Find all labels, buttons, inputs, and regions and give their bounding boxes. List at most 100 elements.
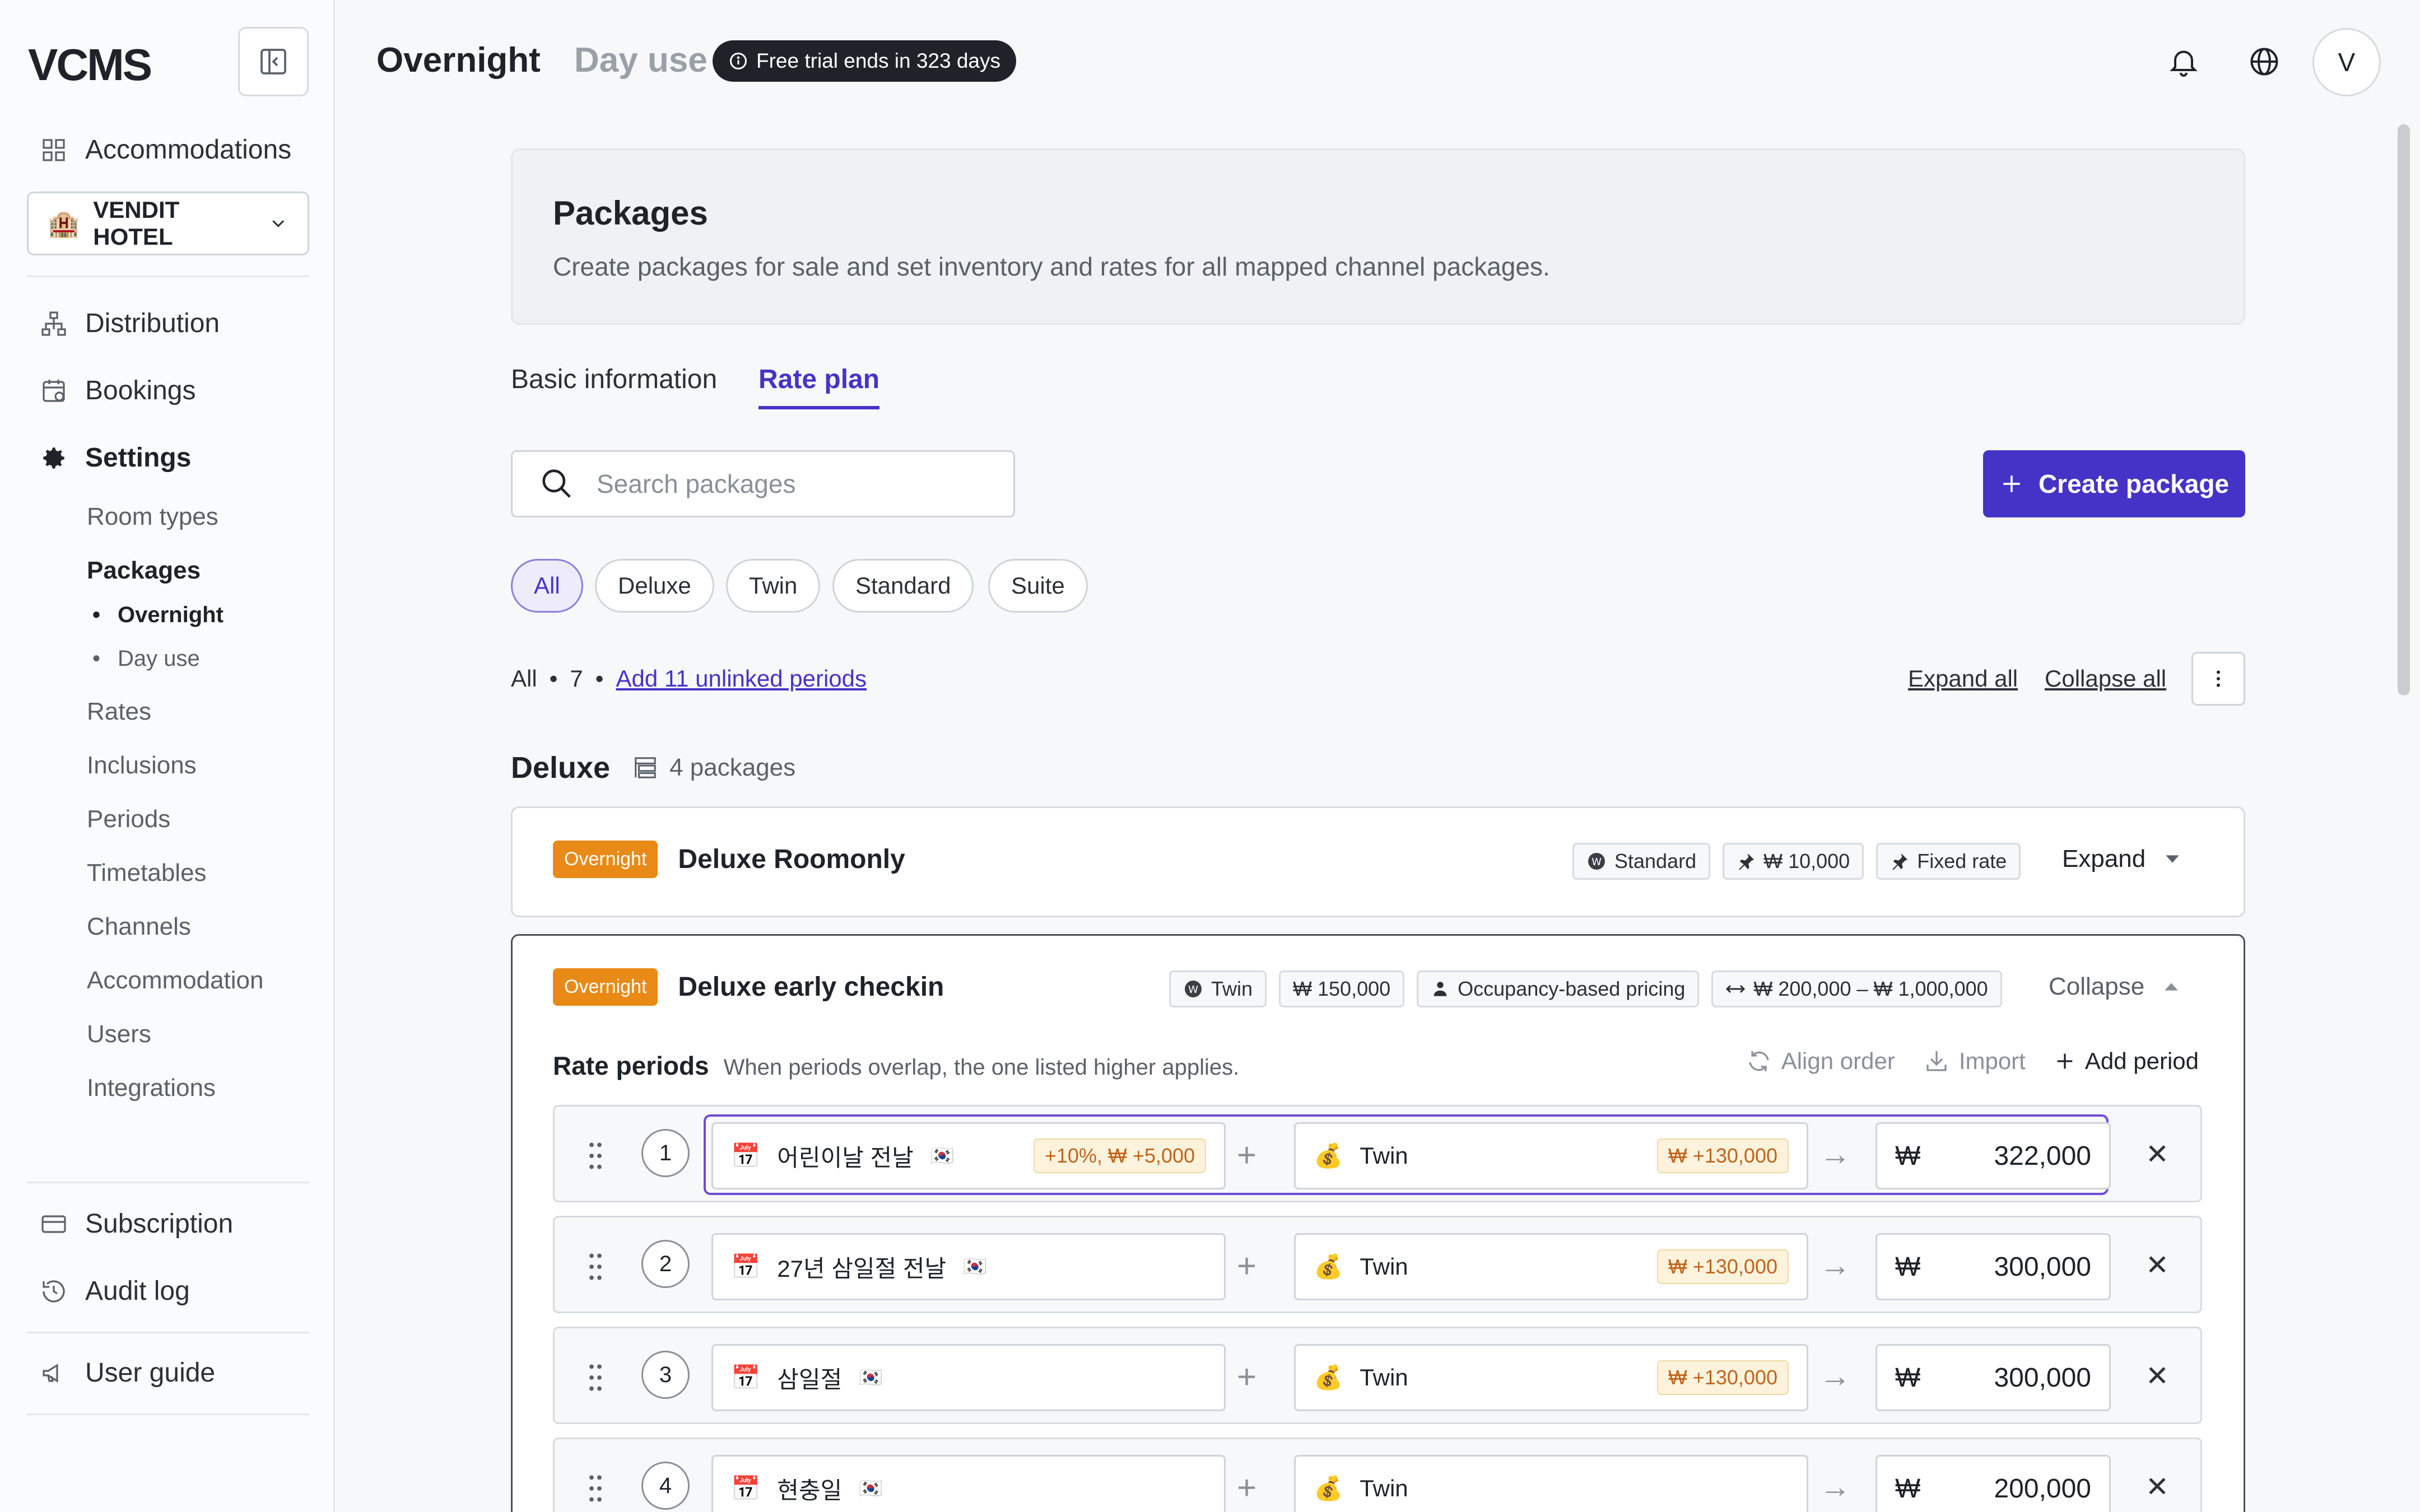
- info-icon: [730, 53, 747, 69]
- sidebar-item-bookings[interactable]: Bookings: [39, 375, 196, 406]
- package-name[interactable]: Deluxe early checkin: [678, 972, 944, 1002]
- price-input[interactable]: ₩ 200,000: [1876, 1455, 2111, 1512]
- package-card: Overnight Deluxe Roomonly W Standard ₩ 1…: [511, 806, 2245, 917]
- collapse-all-link[interactable]: Collapse all: [2045, 665, 2166, 692]
- period-select[interactable]: 📅 27년 삼일절 전날 🇰🇷: [711, 1233, 1226, 1300]
- drag-handle-icon[interactable]: [587, 1140, 604, 1172]
- collapse-button[interactable]: Collapse: [2049, 973, 2182, 1001]
- add-period-button[interactable]: Add period: [2054, 1048, 2199, 1075]
- arrow-right-icon: →: [1819, 1358, 1851, 1393]
- separator-dot: •: [549, 665, 558, 692]
- sidebar-item-integrations[interactable]: Integrations: [87, 1074, 216, 1102]
- sidebar-item-room-types[interactable]: Room types: [87, 503, 218, 531]
- sidebar-item-timetables[interactable]: Timetables: [87, 859, 207, 887]
- tab-basic-information[interactable]: Basic information: [511, 364, 717, 395]
- vcms-logo[interactable]: VCMS: [28, 39, 152, 91]
- room-select[interactable]: 💰 Twin ₩ +130,000: [1294, 1122, 1808, 1189]
- sidebar-item-audit-log[interactable]: Audit log: [39, 1276, 190, 1306]
- currency-symbol: ₩: [1895, 1473, 1921, 1504]
- sidebar-item-rates[interactable]: Rates: [87, 698, 151, 726]
- room-select[interactable]: 💰 Twin ₩ +130,000: [1294, 1233, 1808, 1300]
- package-summary: All • 7 • Add 11 unlinked periods: [511, 665, 867, 692]
- sidebar-item-overnight[interactable]: Overnight: [92, 603, 224, 628]
- price-input[interactable]: ₩ 322,000: [1876, 1122, 2111, 1189]
- package-head: Overnight Deluxe early checkin: [553, 968, 944, 1006]
- page-title: Packages: [553, 194, 708, 232]
- tab-rate-plan[interactable]: Rate plan: [758, 364, 880, 409]
- remove-period-button[interactable]: ✕: [2146, 1360, 2169, 1392]
- sidebar-item-packages[interactable]: Packages: [87, 557, 201, 585]
- row-number: 2: [641, 1240, 690, 1288]
- sidebar-item-channels[interactable]: Channels: [87, 913, 191, 941]
- remove-period-button[interactable]: ✕: [2146, 1471, 2169, 1503]
- filter-chip-deluxe[interactable]: Deluxe: [595, 559, 714, 613]
- price-input[interactable]: ₩ 300,000: [1876, 1344, 2111, 1411]
- sidebar-item-day-use[interactable]: Day use: [92, 646, 200, 671]
- filter-chip-twin[interactable]: Twin: [726, 559, 821, 613]
- price-input[interactable]: ₩ 300,000: [1876, 1233, 2111, 1300]
- add-period-label: Add period: [2084, 1048, 2199, 1074]
- package-card-expanded: Overnight Deluxe early checkin W Twin ₩ …: [511, 934, 2245, 1512]
- package-tags: W Twin ₩ 150,000 Occupancy-based pricing…: [1169, 970, 2002, 1007]
- tag-label: Twin: [1211, 977, 1253, 1000]
- sidebar-item-accommodation[interactable]: Accommodation: [87, 967, 263, 995]
- filter-chip-standard[interactable]: Standard: [832, 559, 974, 613]
- globe-icon: [2250, 48, 2278, 76]
- room-type-icon: W: [1185, 981, 1202, 997]
- plus-icon: +: [1237, 1247, 1257, 1285]
- room-select[interactable]: 💰 Twin: [1294, 1455, 1808, 1512]
- sidebar-item-user-guide[interactable]: User guide: [39, 1357, 215, 1388]
- expand-all-link[interactable]: Expand all: [1908, 665, 2018, 692]
- group-deluxe: Deluxe 4 packages: [511, 750, 795, 785]
- period-select[interactable]: 📅 현충일 🇰🇷: [711, 1455, 1226, 1512]
- korea-flag-icon: 🇰🇷: [930, 1145, 955, 1166]
- period-select[interactable]: 📅 삼일절 🇰🇷: [711, 1344, 1226, 1411]
- room-type-icon: W: [1588, 853, 1605, 870]
- sidebar-item-settings[interactable]: Settings: [39, 442, 191, 473]
- filter-chip-all[interactable]: All: [511, 559, 583, 613]
- bell-icon: [2170, 50, 2198, 77]
- sidebar-collapse-button[interactable]: [238, 27, 309, 96]
- language-button[interactable]: [2242, 39, 2287, 84]
- hotel-icon: 🏨: [48, 208, 80, 238]
- more-options-button[interactable]: [2191, 652, 2245, 706]
- arrow-right-icon: →: [1819, 1247, 1851, 1282]
- drag-handle-icon[interactable]: [587, 1473, 604, 1504]
- drag-handle-icon[interactable]: [587, 1251, 604, 1282]
- room-select[interactable]: 💰 Twin ₩ +130,000: [1294, 1344, 1808, 1411]
- scrollbar[interactable]: [2398, 124, 2410, 696]
- sidebar-item-periods[interactable]: Periods: [87, 805, 170, 833]
- divider: [27, 1332, 309, 1333]
- summary-scope: All: [511, 665, 537, 692]
- row-number: 1: [641, 1129, 690, 1177]
- period-select[interactable]: 📅 어린이날 전날 🇰🇷 +10%, ₩ +5,000: [711, 1122, 1226, 1189]
- package-name[interactable]: Deluxe Roomonly: [678, 844, 905, 875]
- create-package-button[interactable]: Create package: [1983, 450, 2245, 517]
- sidebar-item-inclusions[interactable]: Inclusions: [87, 752, 197, 780]
- hotel-select[interactable]: 🏨 VENDIT HOTEL: [27, 192, 309, 255]
- panel-collapse-icon: [260, 49, 286, 74]
- remove-period-button[interactable]: ✕: [2146, 1138, 2169, 1170]
- refresh-icon: [1749, 1051, 1769, 1071]
- room-adjustment-badge: ₩ +130,000: [1656, 1249, 1789, 1284]
- import-button[interactable]: Import: [1923, 1048, 2026, 1075]
- sidebar-item-subscription[interactable]: Subscription: [39, 1208, 233, 1239]
- avatar[interactable]: V: [2312, 28, 2381, 96]
- remove-period-button[interactable]: ✕: [2146, 1249, 2169, 1281]
- sidebar-item-users[interactable]: Users: [87, 1020, 151, 1048]
- notifications-button[interactable]: [2161, 39, 2206, 84]
- expand-button[interactable]: Expand: [2062, 845, 2184, 873]
- sidebar-item-accommodations[interactable]: Accommodations: [39, 134, 291, 165]
- expand-label: Expand: [2062, 845, 2146, 872]
- period-adjustment-badge: +10%, ₩ +5,000: [1033, 1138, 1206, 1173]
- tab-day-use[interactable]: Day use: [574, 40, 708, 80]
- search-icon: [542, 469, 571, 498]
- sidebar-item-distribution[interactable]: Distribution: [39, 308, 220, 339]
- search-input[interactable]: Search packages: [511, 450, 1015, 517]
- align-order-button[interactable]: Align order: [1746, 1048, 1895, 1075]
- add-unlinked-periods-link[interactable]: Add 11 unlinked periods: [616, 665, 867, 692]
- filter-chip-suite[interactable]: Suite: [988, 559, 1088, 613]
- tag-price: ₩ 10,000: [1723, 843, 1864, 880]
- tab-overnight[interactable]: Overnight: [376, 40, 541, 80]
- drag-handle-icon[interactable]: [587, 1362, 604, 1393]
